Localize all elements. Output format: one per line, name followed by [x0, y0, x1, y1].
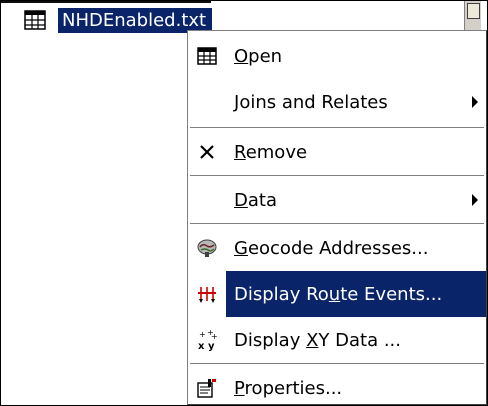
empty-icon-slot: [188, 177, 226, 223]
properties-icon: [188, 365, 226, 405]
menu-item-display-route-events[interactable]: Display Route Events...: [188, 271, 486, 317]
menu-label-display-route-events: Display Route Events...: [226, 284, 442, 305]
menu-label-open: Open: [226, 46, 282, 67]
svg-text:x: x: [198, 341, 205, 351]
submenu-arrow-icon: [472, 194, 478, 206]
mnemonic-remove: R: [234, 141, 246, 163]
toc-layer-row[interactable]: NHDEnabled.txt: [22, 7, 213, 33]
context-menu: Open Joins and Relates Remove Data Geoco…: [187, 30, 487, 405]
menu-label-joins-and-relates: Joins and Relates: [226, 92, 388, 113]
menu-item-geocode-addresses[interactable]: Geocode Addresses...: [188, 225, 486, 271]
label-rest-properties: roperties...: [244, 377, 343, 399]
svg-text:y: y: [208, 341, 215, 351]
label-part-route-2: te Events...: [340, 283, 443, 305]
label-part-xy-2: Y Data ...: [318, 329, 402, 351]
submenu-arrow-icon: [472, 96, 478, 108]
label-part-xy-1: Display: [234, 329, 307, 351]
mnemonic-open: O: [234, 45, 249, 67]
label-part-route-1: Display Ro: [234, 283, 329, 305]
menu-item-joins-and-relates[interactable]: Joins and Relates: [188, 79, 486, 125]
table-icon: [188, 33, 226, 79]
menu-label-display-xy-data: Display XY Data ...: [226, 330, 401, 351]
menu-item-open[interactable]: Open: [188, 33, 486, 79]
scrollbar-thumb[interactable]: [467, 3, 480, 19]
layer-name-label[interactable]: NHDEnabled.txt: [58, 7, 213, 33]
top-edge-line: [1, 1, 211, 3]
mnemonic-geocode: G: [234, 237, 248, 259]
geocode-icon: [188, 225, 226, 271]
menu-item-data[interactable]: Data: [188, 177, 486, 223]
menu-label-remove: Remove: [226, 142, 307, 163]
svg-text:+: +: [211, 332, 218, 341]
label-rest-remove: emove: [245, 141, 308, 163]
label-rest-geocode: eocode Addresses...: [247, 237, 429, 259]
label-rest-joins: oins and Relates: [239, 91, 388, 113]
svg-text:+: +: [199, 330, 206, 339]
mnemonic-data: D: [234, 189, 248, 211]
menu-label-data: Data: [226, 190, 277, 211]
empty-icon-slot: [188, 79, 226, 125]
label-rest-data: ata: [247, 189, 277, 211]
menu-label-properties: Properties...: [226, 378, 342, 399]
menu-item-properties[interactable]: Properties...: [188, 365, 486, 405]
menu-item-remove[interactable]: Remove: [188, 129, 486, 175]
route-events-icon: [188, 271, 226, 317]
xy-data-icon: + + + x y: [188, 317, 226, 363]
x-remove-icon: [188, 129, 226, 175]
mnemonic-route: u: [328, 283, 341, 305]
label-rest-open: pen: [248, 45, 283, 67]
mnemonic-xy: X: [306, 329, 319, 351]
toc-panel: NHDEnabled.txt Open Joins and Relates Re…: [0, 0, 488, 406]
table-icon: [22, 8, 48, 32]
menu-item-display-xy-data[interactable]: + + + x y Display XY Data ...: [188, 317, 486, 363]
mnemonic-properties: P: [234, 377, 245, 399]
menu-label-geocode-addresses: Geocode Addresses...: [226, 238, 428, 259]
